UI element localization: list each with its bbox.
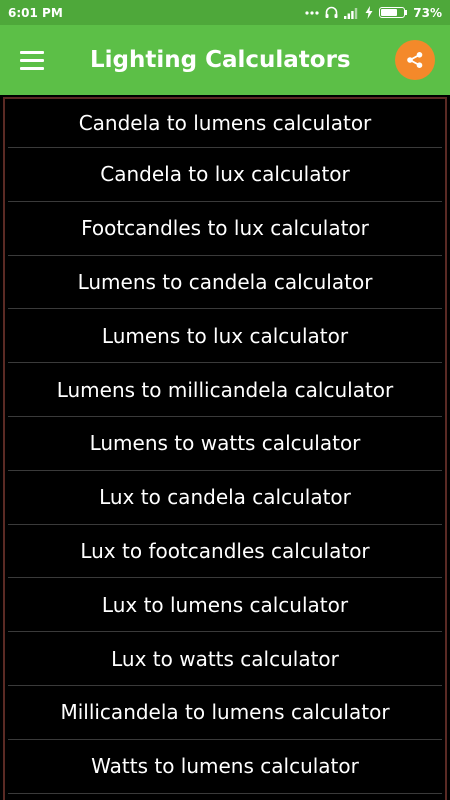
status-time: 6:01 PM: [8, 5, 63, 20]
list-item-lux-to-candela[interactable]: Lux to candela calculator: [8, 471, 442, 525]
signal-icon: [344, 7, 358, 19]
calculator-list-container: Candela to lumens calculator Candela to …: [0, 95, 450, 800]
list-item-lux-to-watts[interactable]: Lux to watts calculator: [8, 632, 442, 686]
list-item-lumens-to-lux[interactable]: Lumens to lux calculator: [8, 309, 442, 364]
more-dots-icon: [305, 10, 319, 15]
hamburger-menu-icon[interactable]: [20, 47, 50, 73]
battery-icon: [379, 7, 406, 18]
calculator-list: Candela to lumens calculator Candela to …: [8, 99, 442, 794]
list-item-lumens-to-millicandela[interactable]: Lumens to millicandela calculator: [8, 363, 442, 417]
list-item-lumens-to-watts[interactable]: Lumens to watts calculator: [8, 417, 442, 471]
battery-indicator: [379, 7, 408, 18]
headphones-icon: [325, 6, 338, 18]
list-item-candela-to-lux[interactable]: Candela to lux calculator: [8, 148, 442, 202]
list-item-footcandles-to-lux[interactable]: Footcandles to lux calculator: [8, 202, 442, 256]
share-icon: [407, 52, 423, 68]
list-item-candela-to-lumens[interactable]: Candela to lumens calculator: [8, 99, 442, 148]
list-item-watts-to-lumens[interactable]: Watts to lumens calculator: [8, 740, 442, 794]
page-title: Lighting Calculators: [90, 47, 351, 73]
list-item-millicandela-to-lumens[interactable]: Millicandela to lumens calculator: [8, 686, 442, 740]
list-item-lumens-to-candela[interactable]: Lumens to candela calculator: [8, 256, 442, 310]
charging-bolt-icon: [365, 6, 373, 19]
battery-level-fill: [381, 9, 398, 16]
list-item-lux-to-footcandles[interactable]: Lux to footcandles calculator: [8, 525, 442, 579]
status-icons: 73%: [305, 6, 442, 20]
battery-percent: 73%: [413, 5, 442, 20]
share-button[interactable]: [395, 40, 435, 80]
status-bar: 6:01 PM 73%: [0, 0, 450, 25]
list-item-lux-to-lumens[interactable]: Lux to lumens calculator: [8, 578, 442, 633]
app-bar: Lighting Calculators: [0, 25, 450, 95]
